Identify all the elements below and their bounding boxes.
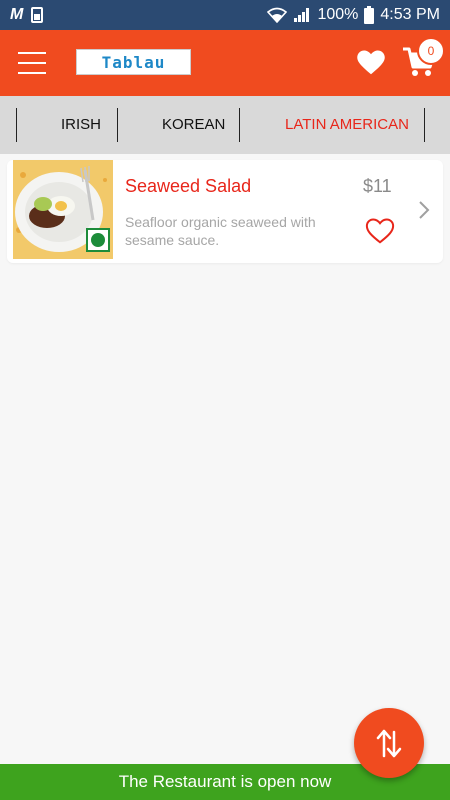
tab-divider	[117, 108, 118, 142]
tab-korean[interactable]: KOREAN	[162, 116, 225, 133]
tab-irish[interactable]: IRISH	[61, 116, 101, 133]
favorite-heart-icon[interactable]	[365, 217, 395, 245]
dish-name: Seaweed Salad	[125, 176, 252, 196]
dish-description: Seafloor organic seaweed with sesame sau…	[125, 214, 316, 248]
battery-percent: 100%	[317, 6, 359, 23]
menu-icon[interactable]	[18, 52, 46, 74]
signal-icon	[293, 7, 311, 23]
tab-divider	[16, 108, 17, 142]
cart-count-badge: 0	[417, 37, 445, 65]
battery-icon	[364, 6, 375, 24]
wifi-icon	[267, 7, 288, 23]
sd-card-icon	[31, 7, 44, 23]
clock: 4:53 PM	[380, 6, 440, 23]
status-bar: M 100% 4:53 PM	[0, 0, 450, 30]
dish-image	[13, 160, 113, 259]
tab-divider	[239, 108, 240, 142]
restaurant-status-text: The Restaurant is open now	[118, 772, 332, 791]
tab-latin-american[interactable]: LATIN AMERICAN	[285, 116, 409, 133]
carrier-logo-icon: M	[10, 6, 24, 23]
app-bar: Tablau 0	[0, 30, 450, 96]
logo-text: Tablau	[101, 52, 166, 72]
category-tabs: IRISH KOREAN LATIN AMERICAN	[0, 96, 450, 154]
menu-item-card[interactable]: Seaweed Salad Seafloor organic seaweed w…	[7, 160, 443, 263]
sort-arrows-icon	[376, 729, 402, 758]
chevron-right-icon	[417, 198, 431, 222]
veg-indicator-icon	[86, 228, 110, 252]
sort-fab-button[interactable]	[354, 708, 424, 778]
tab-divider	[424, 108, 425, 142]
dish-price: $11	[363, 176, 392, 196]
favorites-heart-icon[interactable]	[356, 48, 386, 78]
app-logo: Tablau	[76, 49, 191, 75]
